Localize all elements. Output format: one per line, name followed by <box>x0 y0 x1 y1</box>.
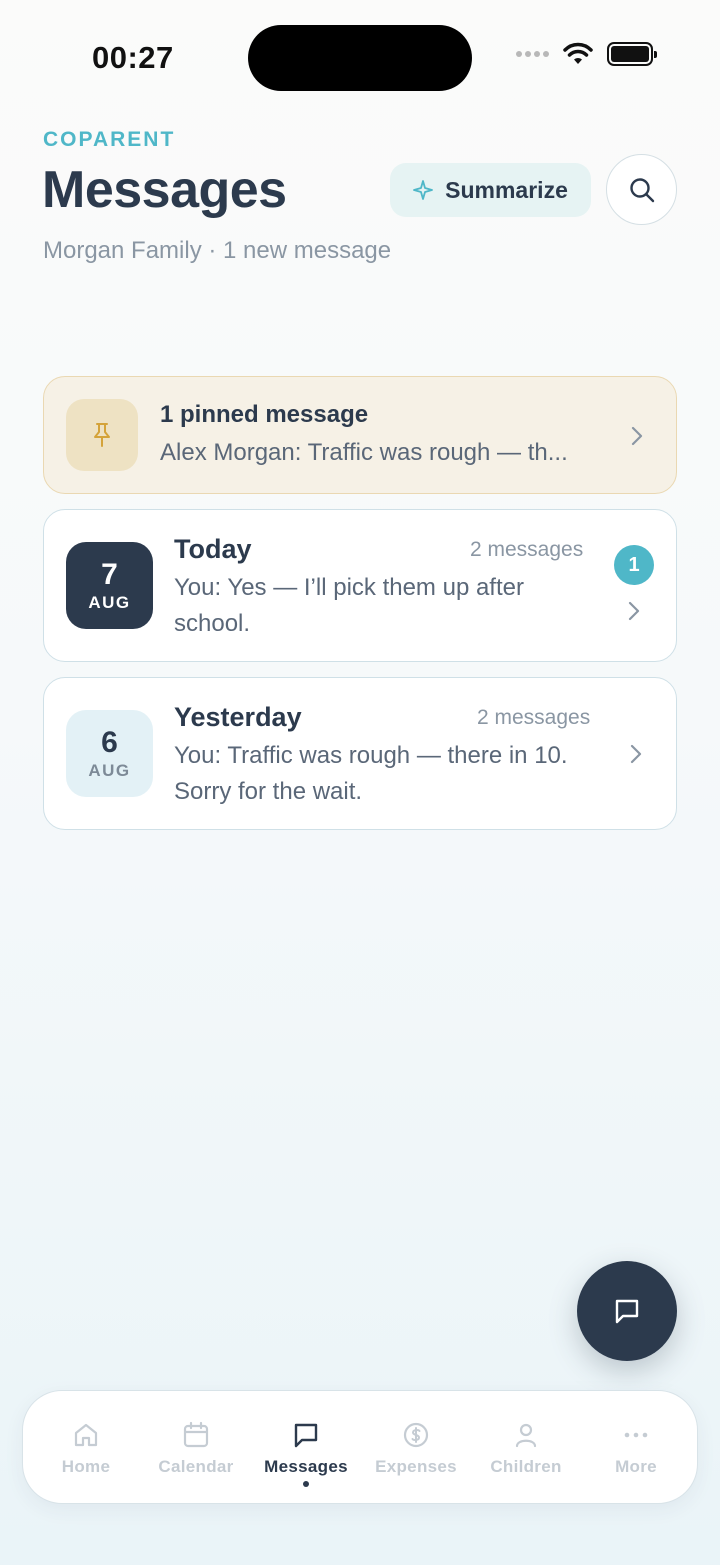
summarize-label: Summarize <box>445 176 568 203</box>
new-message-fab[interactable] <box>577 1261 677 1361</box>
date-day: 6 <box>101 725 118 759</box>
search-button[interactable] <box>606 154 677 225</box>
unread-badge: 1 <box>614 545 654 585</box>
day-group-today[interactable]: 7 AUG Today 2 messages You: Yes — I’ll p… <box>43 509 677 662</box>
tab-expenses[interactable]: Expenses <box>361 1391 471 1505</box>
app-eyebrow: COPARENT <box>43 128 176 151</box>
pin-icon <box>94 423 110 447</box>
message-count: 2 messages <box>477 706 591 729</box>
day-group-yesterday[interactable]: 6 AUG Yesterday 2 messages You: Traffic … <box>43 677 677 830</box>
date-tile: 6 AUG <box>66 710 153 797</box>
pinned-title: 1 pinned message <box>160 401 369 428</box>
active-tab-indicator <box>303 1481 309 1487</box>
page-title: Messages <box>42 161 287 219</box>
date-month: AUG <box>88 592 131 612</box>
tab-label: Expenses <box>375 1457 457 1476</box>
pinned-preview: Alex Morgan: Traffic was rough — th... <box>160 439 568 466</box>
calendar-icon <box>183 1421 209 1448</box>
bottom-tab-bar: Home Calendar Messages Expenses Children… <box>22 1390 698 1504</box>
chevron-right-icon <box>631 426 643 446</box>
pin-badge <box>66 399 138 471</box>
last-message-preview: You: Yes — I’ll pick them up after schoo… <box>174 574 524 637</box>
tab-more[interactable]: More <box>581 1391 691 1505</box>
last-message-preview: You: Traffic was rough — there in 10. So… <box>174 742 568 805</box>
dynamic-island <box>248 25 472 91</box>
message-count: 2 messages <box>470 538 584 561</box>
battery-icon <box>607 42 657 66</box>
sparkle-icon <box>413 180 434 200</box>
message-icon <box>294 1423 318 1448</box>
more-icon <box>624 1432 648 1438</box>
tab-label: More <box>615 1457 657 1476</box>
home-icon <box>74 1423 98 1447</box>
tab-label: Calendar <box>158 1457 234 1476</box>
tab-label: Messages <box>264 1457 348 1476</box>
summarize-button[interactable]: Summarize <box>390 163 591 217</box>
status-time: 00:27 <box>92 40 174 75</box>
person-icon <box>515 1423 537 1448</box>
chevron-right-icon <box>628 601 640 621</box>
tab-home[interactable]: Home <box>31 1391 141 1505</box>
pinned-message-card[interactable]: 1 pinned message Alex Morgan: Traffic wa… <box>43 376 677 494</box>
search-icon <box>629 177 654 202</box>
wifi-icon <box>563 42 593 64</box>
tab-messages[interactable]: Messages <box>251 1391 361 1505</box>
tab-calendar[interactable]: Calendar <box>141 1391 251 1505</box>
status-icons <box>516 42 657 66</box>
page-subtitle: Morgan Family · 1 new message <box>43 237 392 264</box>
chevron-right-icon <box>630 744 642 764</box>
tab-label: Home <box>61 1457 111 1476</box>
date-tile: 7 AUG <box>66 542 153 629</box>
messages-screen: 00:27 COPARENT Messages Morgan Family · … <box>0 0 720 1565</box>
message-icon <box>615 1299 639 1324</box>
day-label: Yesterday <box>174 702 302 732</box>
tab-label: Children <box>490 1457 562 1476</box>
tab-children[interactable]: Children <box>471 1391 581 1505</box>
date-day: 7 <box>101 557 118 591</box>
day-label: Today <box>174 534 252 564</box>
date-month: AUG <box>88 760 131 780</box>
dollar-icon <box>403 1422 429 1448</box>
signal-icon <box>516 51 549 57</box>
